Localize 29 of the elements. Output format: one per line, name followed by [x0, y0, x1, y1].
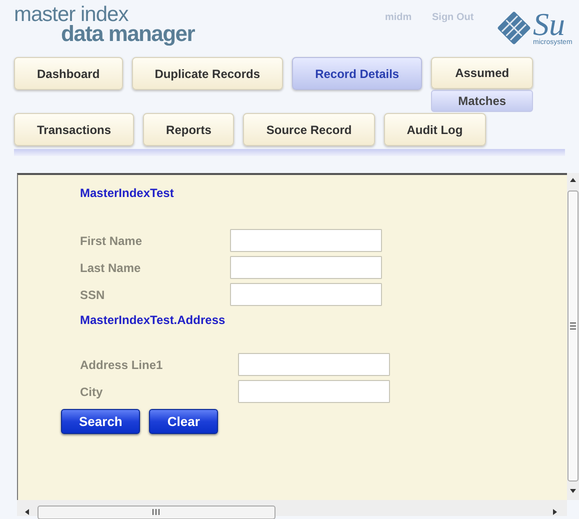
nav-tab[interactable]: Matches: [431, 90, 534, 112]
input-field[interactable]: [230, 256, 382, 279]
nav-tab[interactable]: Reports: [143, 113, 234, 146]
input-field[interactable]: [230, 229, 382, 252]
section-title: MasterIndexTest: [80, 185, 175, 202]
nav-tab[interactable]: Record Details: [292, 57, 422, 90]
field-label: Address Line1: [80, 356, 164, 374]
brand-text: Su: [533, 8, 565, 40]
field-label: SSN: [80, 286, 106, 304]
input-field[interactable]: [238, 380, 390, 403]
action-button[interactable]: Search: [61, 409, 140, 434]
field-label: City: [80, 384, 104, 400]
nav-tab[interactable]: Transactions: [14, 113, 134, 146]
nav-tab[interactable]: Dashboard: [14, 57, 123, 90]
horizontal-scrollbar[interactable]: [17, 500, 567, 516]
nav-tab[interactable]: Duplicate Records: [132, 57, 284, 90]
field-label: Last Name: [80, 260, 142, 276]
input-field[interactable]: [230, 283, 382, 306]
username: midm: [385, 11, 412, 25]
input-field[interactable]: [238, 353, 390, 376]
nav-tab[interactable]: Source Record: [243, 113, 375, 146]
nav-tab[interactable]: Assumed: [431, 57, 534, 90]
action-button[interactable]: Clear: [149, 409, 218, 434]
logo-text: data manager: [61, 23, 194, 45]
field-label: First Name: [80, 232, 144, 250]
section-title: MasterIndexTest.Address: [80, 312, 226, 329]
nav-tab[interactable]: Audit Log: [384, 113, 486, 146]
logo-text: master index: [14, 4, 128, 25]
vertical-scrollbar[interactable]: [567, 173, 579, 500]
